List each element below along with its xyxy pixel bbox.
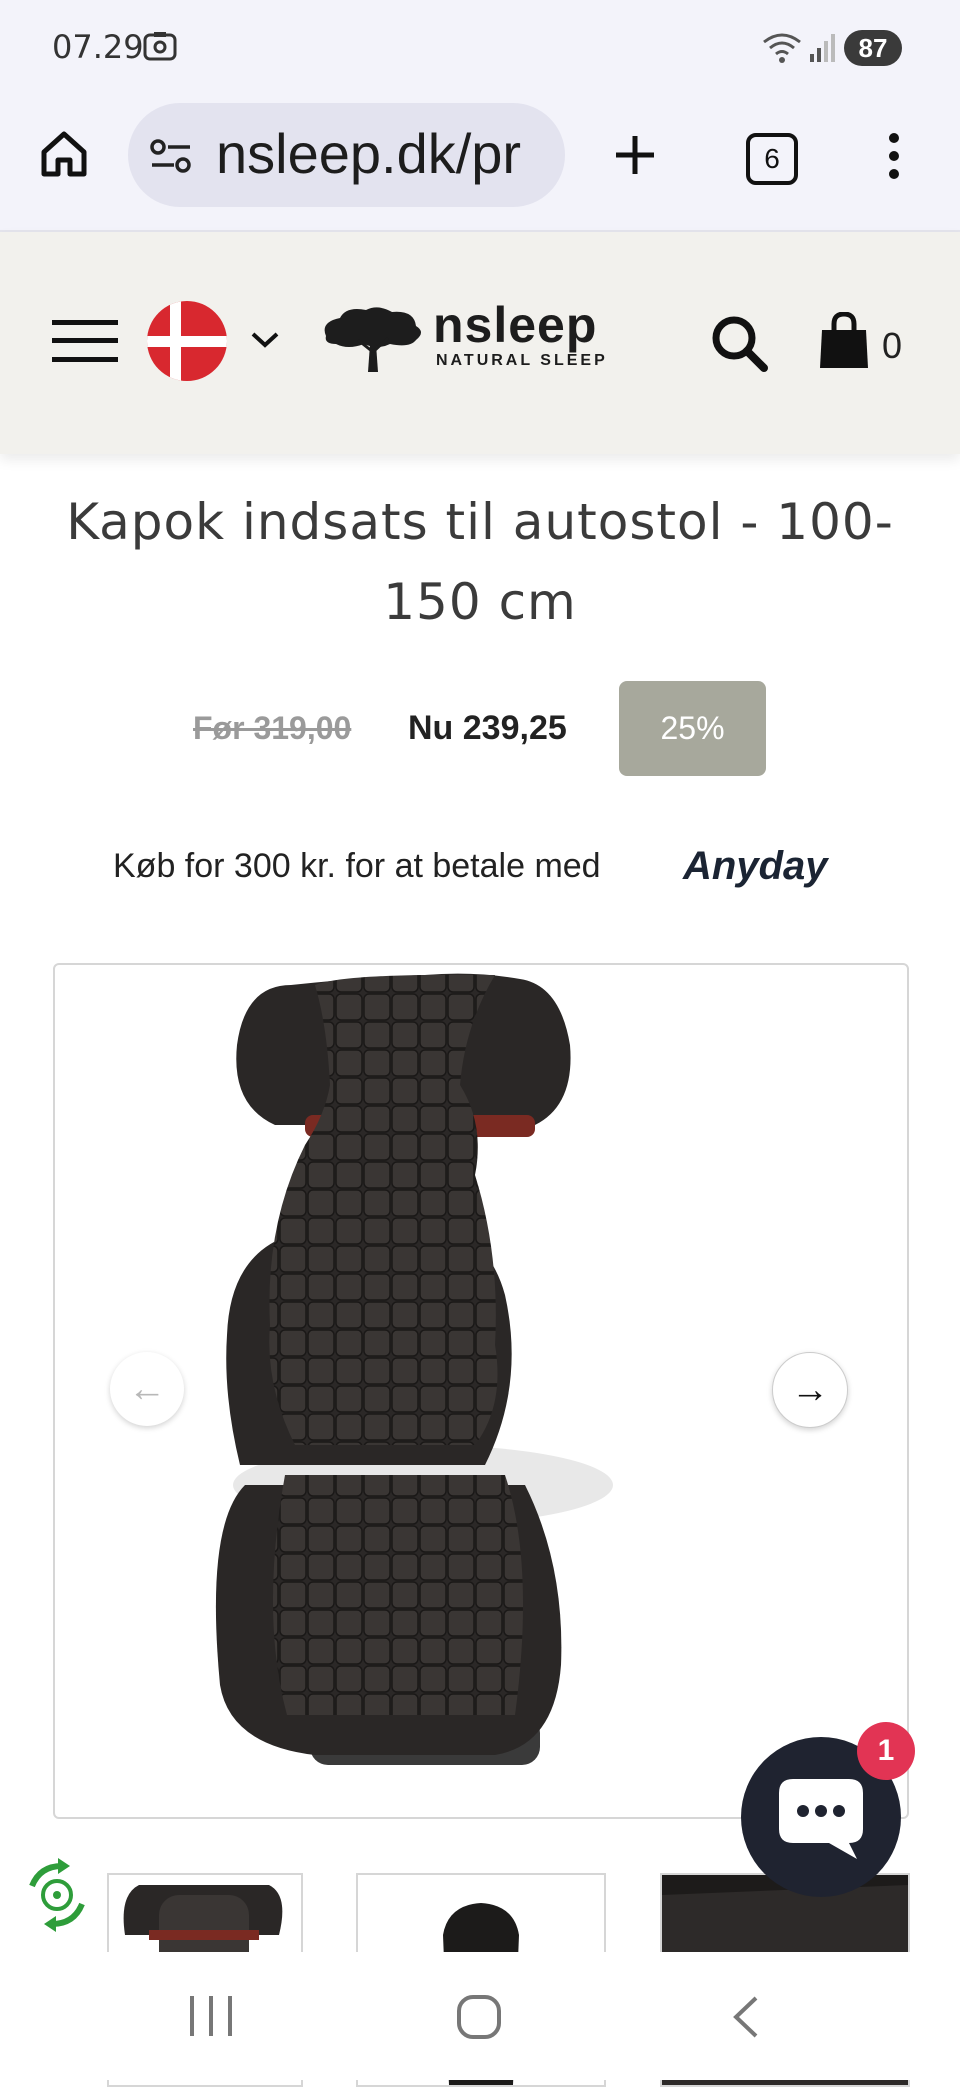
plus-icon[interactable] xyxy=(612,132,658,178)
brand-name[interactable]: nsleep xyxy=(433,296,597,354)
site-settings-icon[interactable] xyxy=(150,137,192,175)
next-image-button[interactable]: → xyxy=(772,1352,848,1428)
search-icon[interactable] xyxy=(710,314,768,372)
anyday-logo[interactable]: Anyday xyxy=(683,844,828,889)
brand-tagline: NATURAL SLEEP xyxy=(436,352,608,369)
recents-icon[interactable] xyxy=(188,1994,234,2038)
status-time: 07.29 xyxy=(52,28,144,66)
current-price: Nu 239,25 xyxy=(408,709,567,747)
url-text[interactable]: nsleep.dk/pr xyxy=(216,121,521,186)
status-bar: 07.29 87 xyxy=(0,0,960,100)
tree-logo-icon[interactable] xyxy=(318,304,428,376)
cart-count[interactable]: 0 xyxy=(882,325,902,367)
battery-indicator: 87 xyxy=(844,30,902,66)
arrow-right-icon: → xyxy=(791,1369,829,1411)
old-price: Før 319,00 xyxy=(193,710,352,746)
tabs-button[interactable]: 6 xyxy=(746,133,798,185)
arrow-left-icon: ← xyxy=(128,1368,166,1410)
wifi-icon xyxy=(763,33,801,63)
signal-icon xyxy=(810,34,835,62)
address-bar[interactable]: nsleep.dk/pr xyxy=(128,103,565,207)
recycle-badge-icon[interactable] xyxy=(18,1856,96,1934)
more-vert-icon[interactable] xyxy=(884,130,904,182)
denmark-flag-icon[interactable] xyxy=(146,300,228,382)
anyday-info-text: Køb for 300 kr. for at betale med xyxy=(113,847,601,885)
shopping-bag-icon[interactable] xyxy=(818,312,870,370)
prev-image-button[interactable]: ← xyxy=(110,1352,184,1426)
home-nav-icon[interactable] xyxy=(456,1994,502,2040)
discount-badge: 25% xyxy=(619,681,766,776)
hamburger-icon[interactable] xyxy=(52,318,118,364)
chat-bubble-icon xyxy=(779,1779,863,1859)
system-nav-bar xyxy=(0,1952,960,2080)
screenshot-notification-icon xyxy=(143,32,177,61)
chevron-down-icon[interactable] xyxy=(250,330,280,350)
back-icon[interactable] xyxy=(730,1994,762,2040)
chat-unread-badge: 1 xyxy=(857,1722,915,1780)
product-title: Kapok indsats til autostol - 100-150 cm xyxy=(66,493,894,631)
home-icon[interactable] xyxy=(38,128,90,180)
